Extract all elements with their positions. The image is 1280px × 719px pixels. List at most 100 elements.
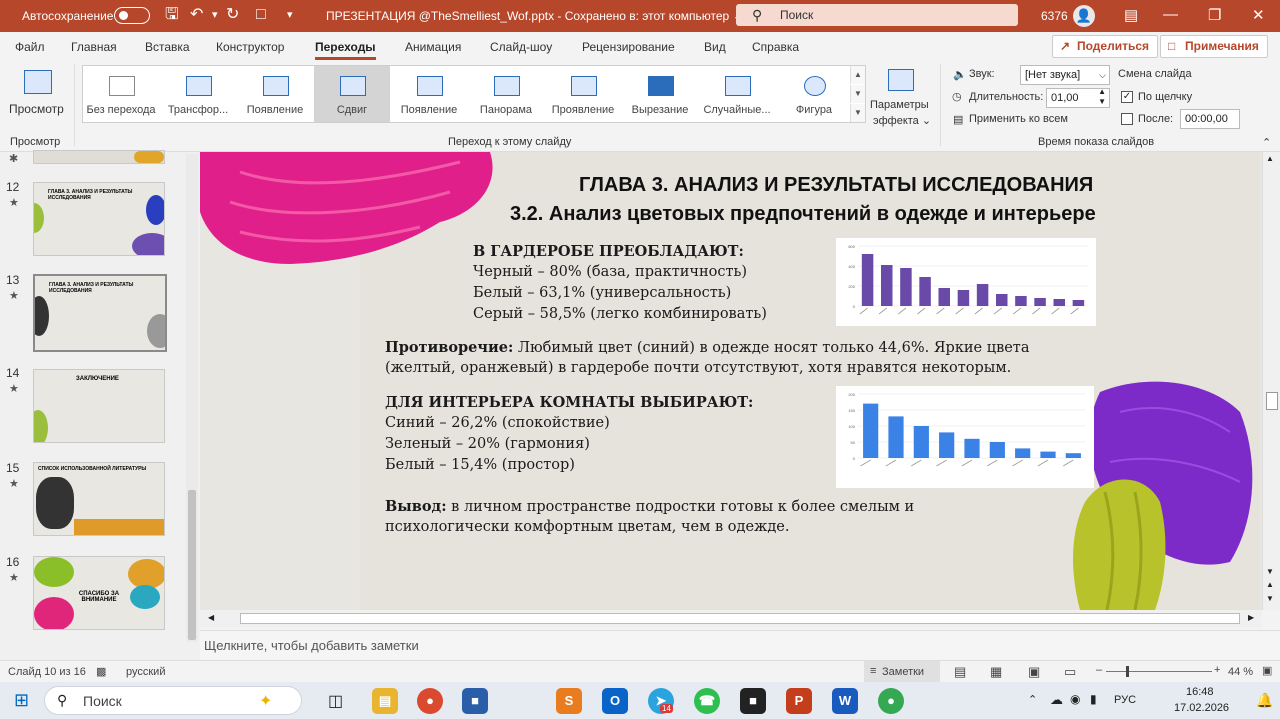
transition-random-bars[interactable]: Случайные...	[699, 66, 775, 122]
minimize-icon[interactable]: —	[1163, 6, 1178, 23]
tab-slideshow[interactable]: Слайд-шоу	[490, 40, 552, 54]
zoom-in-icon[interactable]: +	[1214, 664, 1220, 676]
transition-pan[interactable]: Панорама	[468, 66, 544, 122]
chrome-icon[interactable]: ●	[417, 688, 443, 714]
scrollbar-thumb[interactable]	[240, 613, 1240, 624]
clock-date[interactable]: 17.02.2026	[1174, 702, 1229, 714]
apply-all-button[interactable]: Применить ко всем	[969, 113, 1068, 125]
tab-view[interactable]: Вид	[704, 40, 726, 54]
gallery-scroll-up[interactable]: ▲	[850, 66, 865, 84]
redo-icon[interactable]: ↻	[226, 6, 239, 24]
notes-pane[interactable]: Щелкните, чтобы добавить заметки	[200, 630, 1280, 660]
transition-reveal[interactable]: Проявление	[545, 66, 621, 122]
slide-thumbnail-15[interactable]: СПИСОК ИСПОЛЬЗОВАННОЙ ЛИТЕРАТУРЫ	[33, 462, 165, 536]
transition-fade[interactable]: Появление	[237, 66, 313, 122]
editor-vertical-scrollbar[interactable]: ▲ ▼ ▲ ▼	[1262, 152, 1280, 610]
tab-home[interactable]: Главная	[71, 40, 117, 54]
share-button[interactable]: ↗ Поделиться	[1052, 35, 1159, 58]
scroll-down-icon[interactable]: ▼	[1266, 567, 1274, 576]
scroll-right-icon[interactable]: ▶	[1248, 613, 1254, 622]
language-status[interactable]: русский	[126, 666, 165, 678]
notifications-icon[interactable]: 🔔	[1256, 692, 1273, 709]
next-slide-icon[interactable]: ▼	[1266, 594, 1274, 603]
outlook-icon[interactable]: O	[602, 688, 628, 714]
tab-animations[interactable]: Анимация	[405, 40, 461, 54]
sublime-icon[interactable]: S	[556, 688, 582, 714]
interior-chart[interactable]: 200 150 100 50 0	[836, 386, 1094, 488]
clock-time[interactable]: 16:48	[1186, 686, 1214, 698]
close-icon[interactable]: ✕	[1252, 6, 1265, 24]
show-hidden-icons[interactable]: ⌃	[1028, 693, 1037, 706]
input-language[interactable]: РУС	[1114, 694, 1136, 706]
scroll-left-icon[interactable]: ◀	[208, 613, 214, 622]
transition-wipe[interactable]: Появление	[391, 66, 467, 122]
accessibility-icon[interactable]: ▩	[96, 665, 106, 678]
network-icon[interactable]: ◉	[1070, 692, 1080, 706]
maximize-icon[interactable]: ❐	[1208, 6, 1221, 24]
editor-horizontal-scrollbar[interactable]: ◀ ▶	[200, 610, 1262, 628]
gallery-expand[interactable]: ▼	[850, 104, 865, 122]
present-icon[interactable]: □	[256, 6, 266, 24]
tab-review[interactable]: Рецензирование	[582, 40, 675, 54]
effect-options-button[interactable]: Параметры эффекта ⌄	[868, 65, 934, 133]
spinner-icon[interactable]: ▲ ▼	[1098, 87, 1106, 107]
zoom-slider[interactable]	[1106, 671, 1212, 672]
autosave-toggle[interactable]	[114, 7, 150, 24]
previous-slide-icon[interactable]: ▲	[1266, 580, 1274, 589]
on-click-checkbox[interactable]: ✓	[1121, 91, 1133, 103]
after-checkbox[interactable]	[1121, 113, 1133, 125]
tab-file[interactable]: Файл	[15, 40, 45, 54]
tab-insert[interactable]: Вставка	[145, 40, 190, 54]
transition-none[interactable]: Без перехода	[83, 66, 159, 122]
slideshow-icon[interactable]: ▭	[1064, 664, 1076, 680]
file-explorer-icon[interactable]: ▤	[372, 688, 398, 714]
zoom-out-icon[interactable]: –	[1096, 664, 1102, 676]
slide-thumbnail-16[interactable]: СПАСИБО ЗА ВНИМАНИЕ	[33, 556, 165, 630]
app-icon[interactable]: ■	[462, 688, 488, 714]
cloud-icon[interactable]: ☁	[1050, 692, 1063, 708]
ribbon-display-icon[interactable]: ▤	[1124, 6, 1138, 24]
word-icon[interactable]: W	[832, 688, 858, 714]
comments-button[interactable]: □ Примечания	[1160, 35, 1268, 58]
tab-design[interactable]: Конструктор	[216, 40, 284, 54]
taskbar-search[interactable]: ⚲ Поиск ✦	[44, 686, 302, 715]
tab-help[interactable]: Справка	[752, 40, 799, 54]
slide-thumbnail-12[interactable]: ГЛАВА 3. АНАЛИЗ И РЕЗУЛЬТАТЫ ИССЛЕДОВАНИ…	[33, 182, 165, 256]
zoom-slider-thumb[interactable]	[1126, 666, 1129, 677]
battery-icon[interactable]: ▮	[1090, 692, 1097, 706]
duration-input[interactable]: 01,00 ▲ ▼	[1046, 87, 1110, 108]
capcut-icon[interactable]: ■	[740, 688, 766, 714]
document-title[interactable]: ПРЕЗЕНТАЦИЯ @TheSmelliest_Wof.pptx - Сох…	[326, 9, 743, 23]
search-box[interactable]: ⚲ Поиск	[736, 4, 1018, 26]
after-input[interactable]: 00:00,00	[1180, 109, 1240, 129]
powerpoint-icon[interactable]: P	[786, 688, 812, 714]
task-view-icon[interactable]: ◫	[328, 691, 343, 711]
windows-start-icon[interactable]: ⊞	[14, 690, 29, 711]
reading-view-icon[interactable]: ▣	[1028, 664, 1040, 680]
transition-morph[interactable]: Трансфор...	[160, 66, 236, 122]
transition-push[interactable]: Сдвиг	[314, 66, 390, 122]
scrollbar-thumb[interactable]	[188, 490, 196, 640]
transition-cut[interactable]: Вырезание	[622, 66, 698, 122]
thumbnail-scrollbar[interactable]	[186, 154, 198, 642]
customize-toolbar-icon[interactable]: ▾	[287, 6, 293, 24]
undo-icon[interactable]: ↶	[190, 6, 203, 24]
fit-slide-icon[interactable]: ▣	[1262, 664, 1272, 677]
undo-dropdown-icon[interactable]: ▾	[212, 6, 218, 24]
tab-transitions[interactable]: Переходы	[315, 40, 376, 60]
gallery-scroll-down[interactable]: ▼	[850, 85, 865, 103]
collapse-ribbon-icon[interactable]: ⌃	[1262, 136, 1271, 149]
transition-shape[interactable]: Фигура	[776, 66, 852, 122]
scroll-up-icon[interactable]: ▲	[1266, 154, 1274, 163]
whatsapp-icon[interactable]: ☎	[694, 688, 720, 714]
slide-thumbnail-13[interactable]: ГЛАВА 3. АНАЛИЗ И РЕЗУЛЬТАТЫ ИССЛЕДОВАНИ…	[33, 274, 167, 352]
notes-toggle-button[interactable]: ≡ Заметки	[864, 661, 940, 683]
chrome-2-icon[interactable]: ●	[878, 688, 904, 714]
slide-thumbnail-11[interactable]	[33, 150, 165, 164]
sound-select[interactable]: [Нет звука] ⌵	[1020, 65, 1110, 85]
avatar[interactable]: 👤	[1073, 5, 1095, 27]
save-icon[interactable]: 🖫	[165, 6, 179, 24]
slide-thumbnail-14[interactable]: ЗАКЛЮЧЕНИЕ	[33, 369, 165, 443]
preview-button[interactable]: Просмотр	[4, 64, 70, 124]
normal-view-icon[interactable]: ▤	[954, 664, 966, 680]
